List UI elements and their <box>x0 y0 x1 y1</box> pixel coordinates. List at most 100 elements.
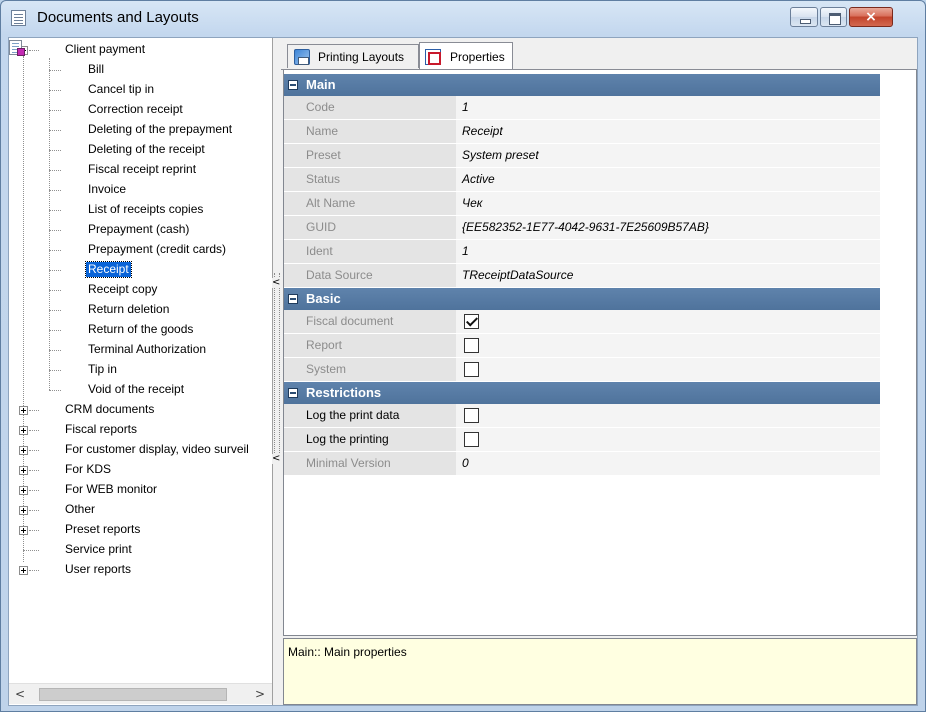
property-value[interactable]: System preset <box>456 144 880 167</box>
property-checkbox[interactable] <box>464 362 479 377</box>
property-row-log-the-printing[interactable]: Log the printing <box>284 428 880 452</box>
tree-node-crm-documents[interactable]: CRM documents <box>9 400 271 420</box>
tree-node-for-customer-display-video-surveil[interactable]: For customer display, video surveil <box>9 440 271 460</box>
tree-node-deleting-of-the-receipt[interactable]: Deleting of the receipt <box>9 140 269 160</box>
property-name: System <box>284 358 456 381</box>
property-row-alt-name[interactable]: Alt Name Чек <box>284 192 880 216</box>
property-checkbox[interactable] <box>464 338 479 353</box>
title-bar[interactable]: Documents and Layouts × <box>1 1 925 35</box>
tree-node-deleting-of-the-prepayment[interactable]: Deleting of the prepayment <box>9 120 269 140</box>
tree-node-bill[interactable]: Bill <box>9 60 269 80</box>
property-checkbox[interactable] <box>464 314 479 329</box>
tree-node-terminal-authorization[interactable]: Terminal Authorization <box>9 340 269 360</box>
section-header-main[interactable]: Main <box>284 74 880 96</box>
tree-node-label: Cancel tip in <box>88 82 155 96</box>
tree-node-fiscal-receipt-reprint[interactable]: Fiscal receipt reprint <box>9 160 269 180</box>
property-value[interactable] <box>456 310 880 333</box>
section-header-basic[interactable]: Basic <box>284 288 880 310</box>
tree-node-void-of-the-receipt[interactable]: Void of the receipt <box>9 380 269 400</box>
scrollbar-thumb[interactable] <box>39 688 227 701</box>
close-button[interactable]: × <box>849 7 893 27</box>
app-icon <box>11 10 26 26</box>
property-row-code[interactable]: Code 1 <box>284 96 880 120</box>
tree-node-label: Invoice <box>88 182 127 196</box>
property-value[interactable]: 0 <box>456 452 880 475</box>
splitter-grip[interactable] <box>274 273 280 463</box>
property-value[interactable]: TReceiptDataSource <box>456 264 880 287</box>
tree-node-correction-receipt[interactable]: Correction receipt <box>9 100 269 120</box>
tab-label: Properties <box>450 50 505 64</box>
property-row-data-source[interactable]: Data Source TReceiptDataSource <box>284 264 880 288</box>
tree-node-for-kds[interactable]: For KDS <box>9 460 271 480</box>
collapse-section-icon[interactable] <box>288 388 298 398</box>
tree-node-label: Return deletion <box>88 302 170 316</box>
property-row-guid[interactable]: GUID {EE582352-1E77-4042-9631-7E25609B57A… <box>284 216 880 240</box>
property-row-report[interactable]: Report <box>284 334 880 358</box>
property-value[interactable]: Receipt <box>456 120 880 143</box>
property-row-name[interactable]: Name Receipt <box>284 120 880 144</box>
tree-node-label: Receipt <box>85 261 132 278</box>
pane-splitter[interactable]: < < <box>272 38 281 705</box>
tree-node-invoice[interactable]: Invoice <box>9 180 269 200</box>
tree-node-preset-reports[interactable]: Preset reports <box>9 520 271 540</box>
collapse-left-icon[interactable]: < <box>272 278 280 288</box>
section-header-restrictions[interactable]: Restrictions <box>284 382 880 404</box>
document-tree[interactable]: Client payment Bill Cancel tip in Correctio… <box>9 40 272 680</box>
property-value[interactable] <box>456 358 880 381</box>
property-checkbox[interactable] <box>464 408 479 423</box>
property-value[interactable]: 1 <box>456 240 880 263</box>
property-value[interactable]: Чек <box>456 192 880 215</box>
property-row-log-the-print-data[interactable]: Log the print data <box>284 404 880 428</box>
tree-node-prepayment-cash[interactable]: Prepayment (cash) <box>9 220 269 240</box>
collapse-section-icon[interactable] <box>288 80 298 90</box>
tree-node-receipt[interactable]: Receipt <box>9 260 269 280</box>
property-checkbox[interactable] <box>464 432 479 447</box>
tree-node-label: Receipt copy <box>88 282 158 296</box>
tab-printing-layouts[interactable]: Printing Layouts <box>287 44 419 68</box>
collapse-left-icon[interactable]: < <box>272 454 280 464</box>
tree-node-tip-in[interactable]: Tip in <box>9 360 269 380</box>
maximize-button[interactable] <box>820 7 847 27</box>
tab-properties[interactable]: Properties <box>419 42 513 70</box>
tree-node-service-print[interactable]: Service print <box>9 540 271 560</box>
tree-node-label: Fiscal reports <box>65 422 138 436</box>
property-value[interactable]: 1 <box>456 96 880 119</box>
property-row-preset[interactable]: Preset System preset <box>284 144 880 168</box>
tree-node-cancel-tip-in[interactable]: Cancel tip in <box>9 80 269 100</box>
tree-node-receipt-copy[interactable]: Receipt copy <box>9 280 269 300</box>
scroll-left-icon[interactable]: < <box>13 687 27 701</box>
tree-node-return-of-the-goods[interactable]: Return of the goods <box>9 320 269 340</box>
tree-horizontal-scrollbar[interactable]: < > <box>9 683 272 704</box>
tree-node-client-payment[interactable]: Client payment <box>9 40 269 60</box>
tree-node-fiscal-reports[interactable]: Fiscal reports <box>9 420 271 440</box>
property-value[interactable]: Active <box>456 168 880 191</box>
tree-node-for-web-monitor[interactable]: For WEB monitor <box>9 480 271 500</box>
property-name: Fiscal document <box>284 310 456 333</box>
property-value[interactable] <box>456 428 880 451</box>
tree-node-other[interactable]: Other <box>9 500 271 520</box>
property-row-minimal-version[interactable]: Minimal Version 0 <box>284 452 880 476</box>
tree-node-list-of-receipts-copies[interactable]: List of receipts copies <box>9 200 269 220</box>
tree-node-label: CRM documents <box>65 402 155 416</box>
property-value[interactable]: {EE582352-1E77-4042-9631-7E25609B57AB} <box>456 216 880 239</box>
tree-node-label: Fiscal receipt reprint <box>88 162 197 176</box>
tree-node-label: Correction receipt <box>88 102 183 116</box>
tree-node-prepayment-credit-cards[interactable]: Prepayment (credit cards) <box>9 240 269 260</box>
tree-node-return-deletion[interactable]: Return deletion <box>9 300 269 320</box>
tree-node-user-reports[interactable]: User reports <box>9 560 271 580</box>
tree-node-label: User reports <box>65 562 132 576</box>
property-name: Report <box>284 334 456 357</box>
property-row-status[interactable]: Status Active <box>284 168 880 192</box>
property-name: Code <box>284 96 456 119</box>
tree-node-label: Bill <box>88 62 105 76</box>
property-value[interactable] <box>456 334 880 357</box>
scroll-right-icon[interactable]: > <box>253 687 267 701</box>
property-row-ident[interactable]: Ident 1 <box>284 240 880 264</box>
document-tree-pane: Client payment Bill Cancel tip in Correctio… <box>9 38 273 705</box>
minimize-button[interactable] <box>790 7 818 27</box>
property-value[interactable] <box>456 404 880 427</box>
collapse-section-icon[interactable] <box>288 294 298 304</box>
property-row-fiscal-document[interactable]: Fiscal document <box>284 310 880 334</box>
tree-node-label: Prepayment (cash) <box>88 222 190 236</box>
property-row-system[interactable]: System <box>284 358 880 382</box>
